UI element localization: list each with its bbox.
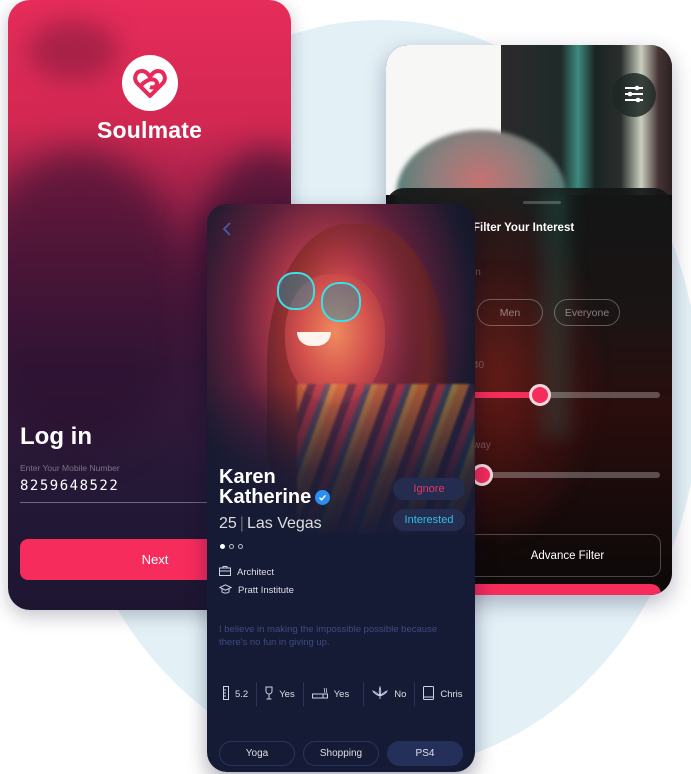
chevron-left-icon	[222, 221, 232, 240]
app-showcase: Soulmate Log in Enter Your Mobile Number…	[0, 0, 691, 774]
stat-value: Chris	[440, 688, 463, 700]
filter-title: Filter Your Interest	[473, 222, 575, 234]
stat-value: No	[394, 688, 407, 700]
page-title: Log in	[20, 423, 92, 450]
profile-screen: Karen Katherine 25 | Las Vegas Ignore Inte…	[207, 204, 475, 772]
occupation-text: Architect	[237, 567, 274, 578]
profile-age: 25	[219, 515, 237, 532]
verified-check-icon	[315, 490, 331, 506]
heart-infinity-logo-icon	[122, 55, 178, 111]
profile-name: Karen Katherine	[219, 466, 331, 508]
brand-name: Soulmate	[96, 117, 203, 143]
interest-tags: Yoga Shopping PS4	[219, 741, 463, 766]
graduation-cap-icon	[218, 584, 233, 597]
apply-button[interactable]	[466, 584, 661, 595]
profile-bio: I believe in making the impossible possi…	[219, 624, 438, 648]
age-slider-knob[interactable]	[528, 384, 551, 406]
profile-city: Las Vegas	[246, 515, 322, 532]
cannabis-leaf-icon	[372, 685, 389, 703]
photo-sunglasses-left	[277, 272, 315, 310]
book-icon	[423, 685, 435, 703]
stat-value: 5.2	[235, 688, 249, 700]
education-text: Pratt Institute	[238, 585, 294, 596]
interested-button[interactable]: Interested	[393, 509, 465, 531]
pagination-dot[interactable]	[220, 544, 225, 549]
stat-smoking: Yes	[304, 682, 365, 706]
stat-drinking: Yes	[257, 682, 304, 706]
stat-height: 5.2	[215, 682, 258, 706]
filter-toggle-button[interactable]	[612, 73, 656, 117]
stat-value: Yes	[333, 688, 350, 700]
pagination-dot[interactable]	[229, 544, 234, 549]
stat-religion: Chris	[415, 682, 470, 706]
back-button[interactable]	[215, 218, 239, 242]
first-name: Karen	[219, 466, 276, 488]
photo-couple-left	[8, 150, 188, 450]
ruler-icon	[223, 685, 229, 703]
ignore-button[interactable]: Ignore	[393, 478, 465, 500]
gender-chip-men[interactable]: Men	[477, 299, 543, 326]
age-location: 25 | Las Vegas	[219, 515, 322, 533]
lifestyle-stats: 5.2 Yes Yes No Chris	[215, 682, 471, 706]
interest-tag-ps4[interactable]: PS4	[387, 741, 463, 766]
pagination-dot[interactable]	[238, 544, 243, 549]
photo-smoke	[28, 20, 118, 80]
education-row: Pratt Institute	[218, 584, 294, 597]
distance-slider[interactable]	[466, 464, 660, 486]
age-slider[interactable]	[466, 384, 660, 406]
advance-filter-button[interactable]: Advance Filter	[466, 534, 661, 577]
stat-cannabis: No	[364, 682, 416, 706]
photo-pagination	[220, 544, 243, 549]
briefcase-icon	[219, 566, 231, 579]
interest-tag-yoga[interactable]: Yoga	[219, 741, 295, 766]
last-name: Katherine	[219, 486, 312, 508]
gender-chip-everyone[interactable]: Everyone	[554, 299, 620, 326]
stat-value: Yes	[279, 688, 295, 700]
wine-glass-icon	[265, 686, 273, 703]
interest-tag-shopping[interactable]: Shopping	[303, 741, 379, 766]
separator: |	[239, 515, 244, 532]
photo-sunglasses-right	[321, 282, 361, 322]
cigarette-icon	[311, 687, 328, 702]
distance-label: way	[473, 440, 491, 451]
sliders-icon	[623, 84, 645, 107]
occupation-row: Architect	[219, 566, 274, 579]
sheet-drag-handle[interactable]	[523, 201, 561, 204]
mobile-number-label: Enter Your Mobile Number	[20, 463, 120, 473]
